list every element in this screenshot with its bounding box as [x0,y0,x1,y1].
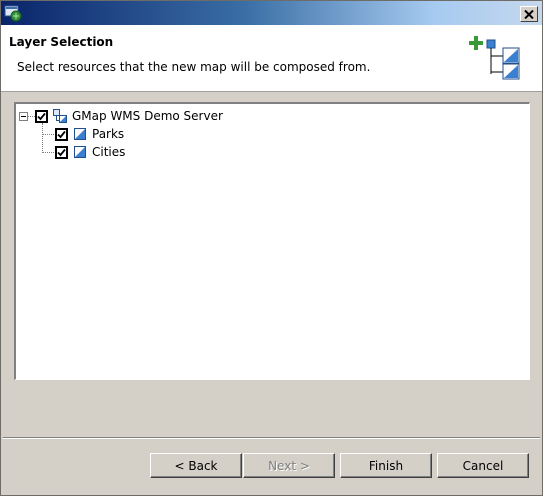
layer-icon [74,146,86,158]
server-icon [53,109,67,123]
close-button[interactable] [520,6,538,22]
cities-label: Cities [92,145,126,159]
finish-button[interactable]: Finish [340,453,432,478]
collapse-toggle[interactable] [19,112,28,121]
page-title: Layer Selection [9,35,114,49]
cancel-button[interactable]: Cancel [437,453,529,478]
checkmark-icon [57,148,66,156]
tree-node-server[interactable]: GMap WMS Demo Server [35,107,223,125]
checkmark-icon [57,130,66,138]
back-button[interactable]: < Back [150,453,242,478]
wizard-dialog: Layer Selection Select resources that th… [0,0,543,496]
tree-connector [42,123,43,153]
page-description: Select resources that the new map will b… [17,60,371,74]
button-bar-separator [3,437,540,439]
tree-connector [43,134,54,135]
layer-icon [74,128,86,140]
resource-tree[interactable]: GMap WMS Demo Server Parks Cities [14,102,530,380]
app-icon [4,4,22,22]
cities-checkbox[interactable] [55,145,68,159]
tree-connector [28,116,35,117]
server-label: GMap WMS Demo Server [72,109,223,123]
server-checkbox[interactable] [35,109,48,123]
close-icon [524,9,534,19]
new-map-wizard-icon [469,36,520,80]
tree-connector [43,152,54,153]
tree-node-cities[interactable]: Cities [55,143,125,161]
title-bar [1,1,542,25]
wizard-header: Layer Selection Select resources that th… [1,25,542,92]
next-button[interactable]: Next > [243,453,335,478]
checkmark-icon [37,112,46,120]
parks-checkbox[interactable] [55,127,68,141]
parks-label: Parks [92,127,125,141]
tree-node-parks[interactable]: Parks [55,125,124,143]
